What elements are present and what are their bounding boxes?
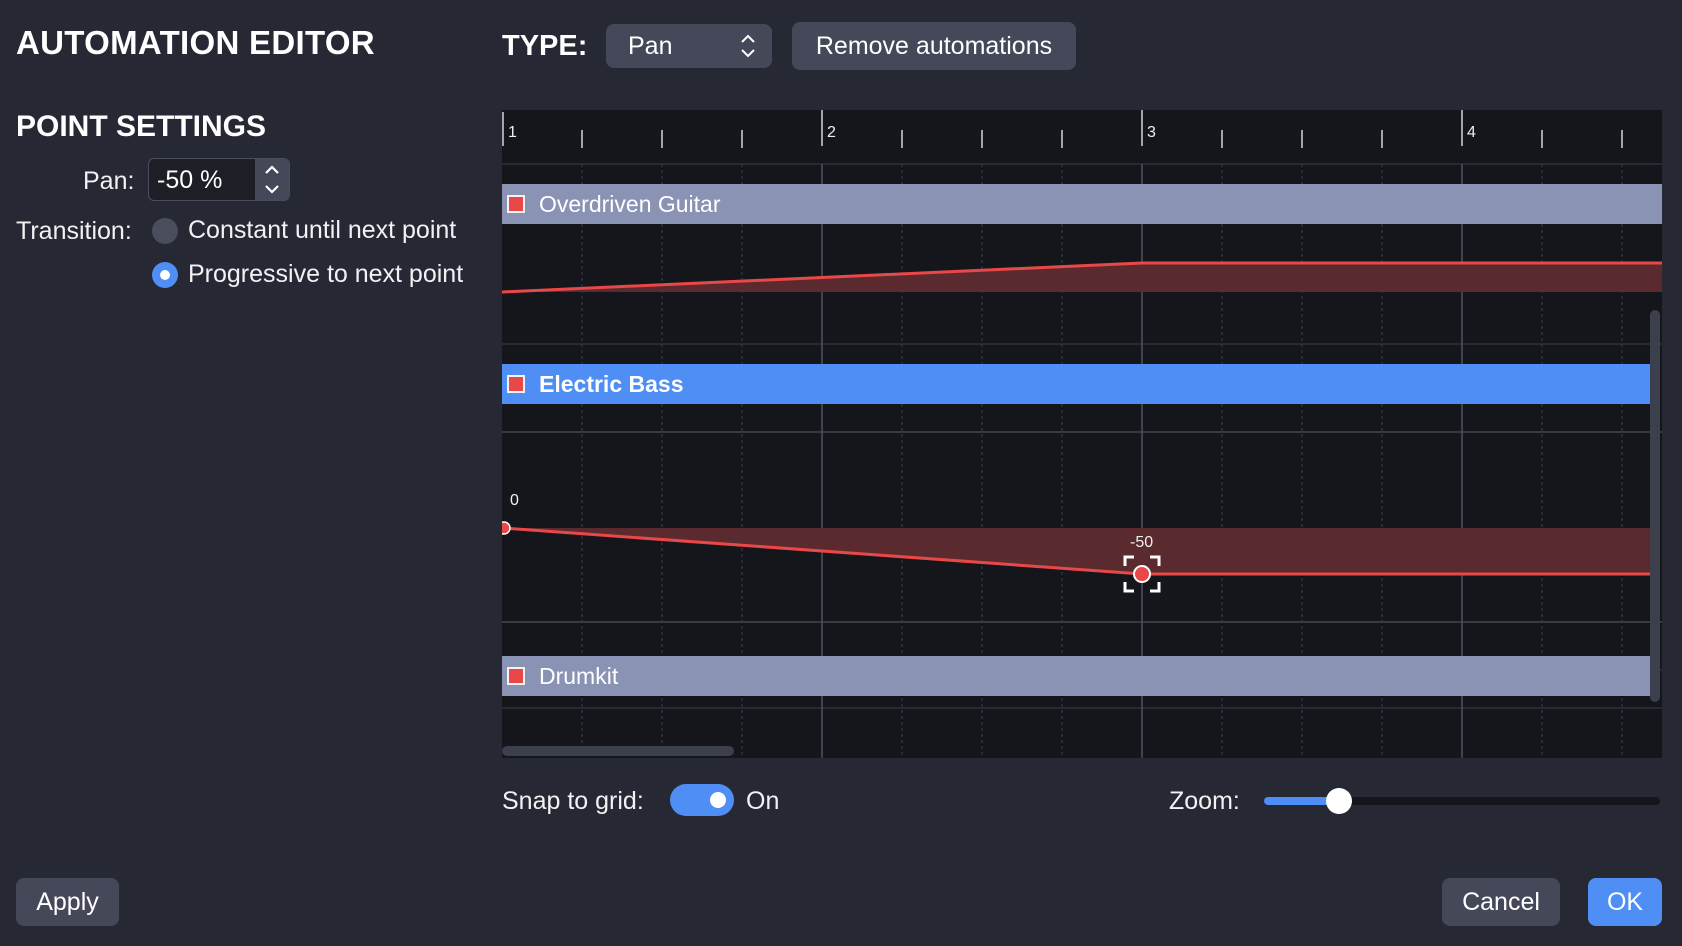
pan-label: Pan: [83, 167, 135, 195]
track-header-drumkit[interactable]: Drumkit [502, 656, 1650, 696]
radio-button-selected[interactable] [152, 261, 178, 288]
vertical-scrollbar[interactable] [1650, 310, 1660, 702]
automation-point-start[interactable] [502, 521, 511, 535]
horizontal-scrollbar[interactable] [502, 746, 734, 756]
automation-timeline[interactable]: 1 2 3 4 0 -50 Overdriven Guitar Electric… [502, 110, 1662, 758]
snap-to-grid-label: Snap to grid: [502, 787, 644, 815]
bar-number-4: 4 [1467, 124, 1476, 141]
type-label: TYPE: [502, 30, 588, 62]
chevron-down-icon[interactable] [263, 180, 281, 198]
transition-label: Transition: [16, 217, 132, 245]
snap-to-grid-toggle[interactable] [670, 784, 734, 816]
track-name: Drumkit [539, 662, 619, 689]
pan-stepper-buttons [255, 159, 289, 200]
radio-button-unselected[interactable] [152, 217, 178, 244]
radio-progressive[interactable]: Progressive to next point [152, 260, 463, 289]
point-label-start: 0 [510, 492, 519, 509]
bar-number-1: 1 [508, 124, 517, 141]
radio-constant[interactable]: Constant until next point [152, 216, 456, 245]
zoom-label: Zoom: [1169, 787, 1240, 815]
zoom-slider[interactable] [1264, 788, 1660, 814]
automation-point-selected[interactable] [1133, 565, 1151, 583]
snap-state-label: On [746, 787, 780, 815]
radio-constant-label: Constant until next point [188, 216, 457, 244]
type-select-value: Pan [628, 32, 673, 60]
bar-number-2: 2 [827, 124, 836, 141]
track-header-electric-bass[interactable]: Electric Bass [502, 364, 1650, 404]
dialog-title: AUTOMATION EDITOR [16, 24, 375, 61]
point-settings-title: POINT SETTINGS [16, 110, 267, 143]
updown-chevron-icon [741, 34, 755, 58]
zoom-slider-thumb[interactable] [1326, 788, 1353, 814]
point-label-selected: -50 [1130, 534, 1153, 551]
track-name: Overdriven Guitar [539, 190, 721, 217]
remove-automations-button[interactable]: Remove automations [792, 22, 1076, 70]
pan-stepper[interactable]: -50 % [148, 158, 290, 201]
toggle-knob [710, 792, 726, 808]
guitar-automation-fill [502, 263, 1662, 292]
pan-value[interactable]: -50 % [157, 166, 222, 195]
track-color-swatch [507, 667, 525, 685]
track-name: Electric Bass [539, 370, 684, 397]
chevron-up-icon[interactable] [263, 161, 281, 179]
track-header-overdriven-guitar[interactable]: Overdriven Guitar [502, 184, 1662, 224]
bass-automation-fill [502, 528, 1650, 574]
bar-number-3: 3 [1147, 124, 1156, 141]
track-color-swatch [507, 375, 525, 393]
type-select[interactable]: Pan [606, 24, 772, 68]
radio-progressive-label: Progressive to next point [188, 260, 464, 288]
cancel-button[interactable]: Cancel [1442, 878, 1560, 926]
apply-button[interactable]: Apply [16, 878, 119, 926]
track-color-swatch [507, 195, 525, 213]
ok-button[interactable]: OK [1588, 878, 1662, 926]
